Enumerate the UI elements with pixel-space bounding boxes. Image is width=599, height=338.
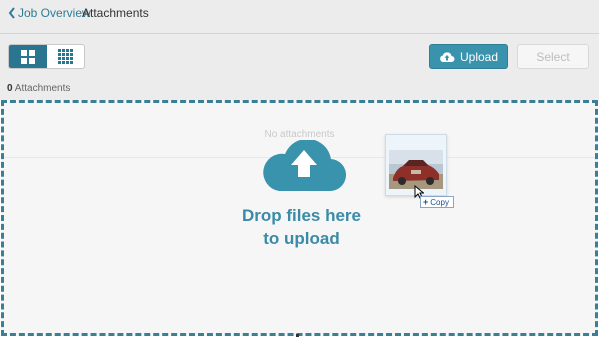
grid-small-icon (57, 49, 73, 64)
top-header: Job Overview Attachments (0, 0, 599, 34)
grid-small-view-button[interactable] (47, 45, 85, 68)
drop-instructions: Drop files here to upload (4, 204, 599, 250)
copy-drag-badge: + Copy (420, 196, 454, 208)
back-link-label: Job Overview (18, 6, 91, 20)
copy-drag-label: Copy (430, 197, 449, 207)
drop-instructions-line1: Drop files here (241, 206, 362, 225)
grid-large-icon (20, 49, 35, 64)
drop-instructions-line2: to upload (263, 229, 340, 248)
select-button-label: Select (536, 49, 570, 64)
empty-state-text: No attachments (264, 129, 335, 140)
plus-icon: + (423, 197, 429, 207)
attachments-count-row: 0 Attachments (0, 80, 599, 100)
attachments-count: 0 Attachments (7, 83, 70, 94)
cloud-upload-icon (440, 51, 455, 62)
grid-large-view-button[interactable] (9, 45, 47, 68)
attachments-count-label: Attachments (12, 83, 71, 94)
upload-button[interactable]: Upload (429, 44, 508, 69)
page-title: Attachments (82, 6, 149, 20)
cloud-upload-icon (263, 140, 346, 192)
upload-button-label: Upload (459, 49, 499, 64)
resize-handle (296, 334, 299, 337)
select-button[interactable]: Select (517, 44, 589, 69)
view-toggle (8, 44, 85, 69)
chevron-left-icon (8, 7, 15, 19)
car-photo-thumbnail (389, 150, 443, 189)
back-link[interactable]: Job Overview (8, 6, 91, 20)
drop-zone[interactable]: No attachments Drop files here to upload (1, 100, 598, 336)
toolbar: Upload Select (0, 34, 599, 80)
